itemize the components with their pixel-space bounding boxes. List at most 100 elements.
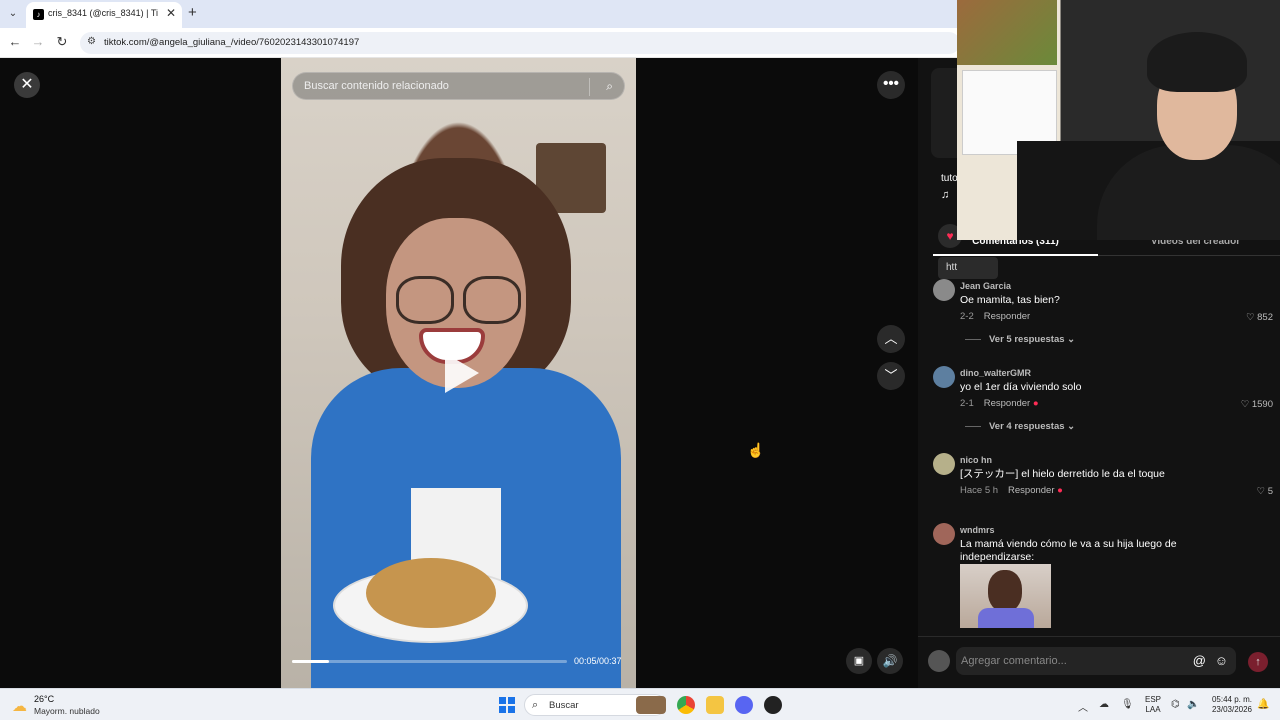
clock-time: 05:44 p. m.: [1211, 695, 1252, 704]
comment-text: [ステッカー] el hielo derretido le da el toqu…: [960, 468, 1165, 480]
view-replies-button[interactable]: Ver 5 respuestas ⌄: [965, 334, 1075, 345]
next-video-chevron-down-icon[interactable]: ﹀: [877, 362, 905, 390]
comment-username[interactable]: nico hn: [960, 455, 992, 465]
view-replies-label: Ver 4 respuestas: [989, 421, 1065, 432]
url-field[interactable]: ⚙ tiktok.com/@angela_giuliana_/video/760…: [80, 32, 960, 54]
back-arrow-icon[interactable]: ←: [6, 34, 24, 49]
previous-video-chevron-up-icon[interactable]: ︿: [877, 325, 905, 353]
search-icon[interactable]: ⌕: [606, 79, 613, 94]
avatar[interactable]: [933, 279, 955, 301]
video-time: 00:05/00:37: [574, 656, 622, 666]
heart-outline-icon: ♡: [1240, 399, 1252, 410]
tab-title: cris_8341 (@cris_8341) | TikTok: [48, 8, 158, 18]
comment-text: Oe mamita, tas bien?: [960, 294, 1060, 306]
video-glasses-left: [396, 276, 454, 324]
comment-username[interactable]: wndmrs: [960, 525, 995, 535]
chevron-down-icon: ⌄: [1067, 334, 1076, 345]
related-search-placeholder: Buscar contenido relacionado: [304, 80, 449, 92]
video-description: tuto: [941, 173, 958, 184]
comment-sticker-image[interactable]: [960, 564, 1051, 628]
avatar: [928, 650, 950, 672]
mention-icon[interactable]: @: [1193, 653, 1206, 668]
avatar[interactable]: [933, 453, 955, 475]
taskbar-search-placeholder: Buscar: [549, 700, 579, 711]
comment-item: wndmrs La mamá viendo cómo le va a su hi…: [933, 523, 1273, 635]
comment-item: Jean Garcia Oe mamita, tas bien? 2-2 Resp…: [933, 279, 1273, 349]
creator-liked-icon: ●: [1032, 398, 1039, 409]
url-text: tiktok.com/@angela_giuliana_/video/76020…: [104, 37, 360, 48]
avatar[interactable]: [933, 366, 955, 388]
reply-button[interactable]: Responder: [984, 311, 1030, 322]
avatar[interactable]: [933, 523, 955, 545]
chevron-down-icon: ⌄: [1067, 421, 1076, 432]
creator-liked-icon: ●: [1057, 485, 1063, 496]
emoji-icon[interactable]: ☺: [1215, 653, 1228, 668]
view-replies-button[interactable]: Ver 4 respuestas ⌄: [965, 421, 1075, 432]
wifi-icon[interactable]: ⌬: [1171, 699, 1180, 710]
language-indicator[interactable]: ESP LAA: [1145, 695, 1161, 715]
comment-date: 2-1: [960, 398, 974, 409]
keyboard-layout: LAA: [1145, 705, 1161, 714]
webcam-person-hair: [1147, 32, 1247, 92]
system-clock[interactable]: 05:44 p. m. 23/03/2026: [1210, 695, 1252, 715]
weather-cloud-icon[interactable]: ☁: [12, 697, 27, 715]
music-note-icon[interactable]: ♫: [941, 189, 949, 201]
speaker-icon[interactable]: 🔈: [1187, 699, 1199, 710]
app-icon[interactable]: [764, 696, 782, 714]
browser-tab[interactable]: ♪ cris_8341 (@cris_8341) | TikTok ✕: [26, 2, 182, 28]
tray-chevron-up-icon[interactable]: ︿: [1078, 699, 1088, 714]
comment-compose-bar: Agregar comentario... @ ☺ ↑: [918, 636, 1280, 688]
mouse-cursor-icon: ☝: [747, 442, 765, 458]
site-info-icon[interactable]: ⚙: [87, 36, 96, 47]
tray-network-icon[interactable]: ☁: [1099, 699, 1109, 710]
chrome-icon[interactable]: [677, 696, 695, 714]
reply-button[interactable]: Responder: [1008, 485, 1054, 496]
windows-start-icon[interactable]: [499, 697, 515, 713]
language-code: ESP: [1145, 695, 1162, 704]
tab-list-chevron-icon[interactable]: ⌄: [4, 5, 22, 23]
view-replies-label: Ver 5 respuestas: [989, 334, 1065, 345]
video-glasses-right: [463, 276, 521, 324]
like-count: 1590: [1251, 399, 1273, 410]
heart-outline-icon: ♡: [1256, 486, 1268, 497]
reload-icon[interactable]: ↻: [53, 34, 71, 50]
comment-likes[interactable]: ♡ 852: [1246, 312, 1273, 323]
weather-description[interactable]: Mayorm. nublado: [34, 706, 100, 716]
more-options-icon[interactable]: •••: [877, 71, 905, 99]
search-highlight-icon[interactable]: [636, 696, 666, 714]
comment-username[interactable]: Jean Garcia: [960, 281, 1011, 291]
clock-date: 23/03/2026: [1211, 705, 1252, 714]
tab-close-icon[interactable]: ✕: [166, 6, 176, 20]
comment-meta: 2-1 Responder ●: [960, 398, 1039, 409]
file-explorer-icon[interactable]: [706, 696, 724, 714]
reply-button[interactable]: Responder: [984, 398, 1030, 409]
comment-likes[interactable]: ♡ 5: [1257, 486, 1273, 497]
comment-meta: Hace 5 h Responder ●: [960, 485, 1063, 496]
send-arrow-up-icon[interactable]: ↑: [1248, 652, 1268, 672]
comment-date: 2-2: [960, 311, 974, 322]
comment-item: nico hn [ステッカー] el hielo derretido le da…: [933, 453, 1273, 503]
video-progress-bar[interactable]: [292, 660, 567, 663]
notification-bell-icon[interactable]: 🔔: [1257, 699, 1269, 710]
sticker-person-body: [978, 608, 1034, 628]
comment-text: yo el 1er día viviendo solo: [960, 381, 1082, 393]
microphone-icon[interactable]: 🎙: [1121, 699, 1134, 710]
tiktok-favicon-icon: ♪: [33, 9, 44, 20]
webcam-overlay: [957, 0, 1280, 240]
new-tab-plus-icon[interactable]: +: [188, 4, 197, 21]
related-search-input[interactable]: Buscar contenido relacionado ⌕: [292, 72, 625, 100]
close-icon[interactable]: ✕: [14, 72, 40, 98]
comment-username[interactable]: dino_walterGMR: [960, 368, 1031, 378]
heart-outline-icon: ♡: [1245, 312, 1258, 323]
comment-input[interactable]: Agregar comentario... @ ☺: [956, 647, 1236, 675]
search-divider: [589, 78, 590, 96]
volume-icon[interactable]: 🔊: [877, 648, 903, 674]
comment-input-placeholder: Agregar comentario...: [961, 655, 1067, 667]
comment-likes[interactable]: ♡ 1590: [1241, 399, 1273, 410]
forward-arrow-icon[interactable]: →: [29, 34, 47, 49]
discord-icon[interactable]: [735, 696, 753, 714]
mini-player-icon[interactable]: ▣: [846, 648, 872, 674]
video-progress-fill: [292, 660, 330, 663]
weather-temperature[interactable]: 26°C: [34, 694, 54, 704]
play-icon[interactable]: [445, 353, 479, 393]
